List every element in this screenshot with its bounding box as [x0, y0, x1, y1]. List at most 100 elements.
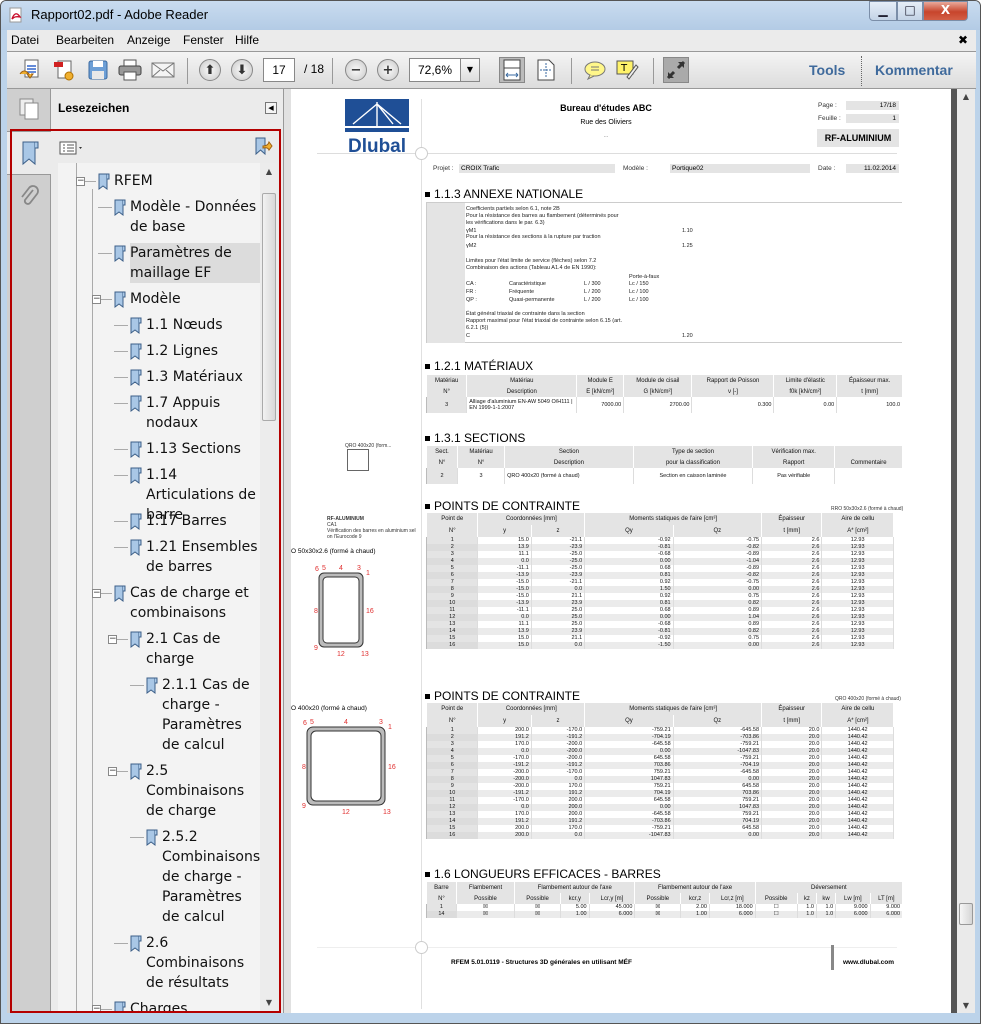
bookmark-item[interactable]: 1.17 Barres — [146, 511, 260, 531]
pages-tab[interactable] — [7, 89, 51, 129]
stress-point-label: 12 — [337, 651, 345, 658]
table-cell: -1.04 — [672, 558, 762, 565]
bookmark-item[interactable]: 1.21 Ensembles de barres — [146, 537, 260, 577]
scroll-down-icon[interactable]: ▼ — [957, 1001, 975, 1010]
bookmark-icon — [114, 245, 126, 262]
scroll-down-icon[interactable]: ▼ — [260, 998, 278, 1007]
zoom-level-input[interactable]: 72,6% — [409, 58, 461, 82]
filler-cell — [892, 818, 902, 825]
table-cell: 5 — [425, 755, 478, 762]
zoom-in-button[interactable]: + — [375, 57, 401, 83]
bookmark-item[interactable]: 2.1 Cas de charge — [146, 629, 260, 669]
bookmark-item[interactable]: Cas de charge et combinaisons — [130, 583, 260, 623]
column-header: N° — [426, 893, 457, 904]
table-cell: 0.92 — [584, 579, 674, 586]
zoom-dropdown-button[interactable]: ▼ — [460, 58, 480, 82]
close-document-icon[interactable]: ✖ — [958, 33, 968, 47]
bookmark-item[interactable]: Charges — [130, 999, 260, 1011]
bookmarks-tab[interactable] — [7, 131, 52, 175]
column-header: Rapport de Poisson — [691, 375, 774, 386]
table-cell: -645.58 — [584, 741, 674, 748]
bookmark-item[interactable]: 1.2 Lignes — [146, 341, 260, 361]
collapse-toggle[interactable]: − — [92, 295, 101, 304]
bookmark-item[interactable]: 1.7 Appuis nodaux — [146, 393, 260, 433]
scroll-up-icon[interactable]: ▲ — [260, 167, 278, 176]
project-label: Projet : — [433, 165, 454, 172]
collapse-panel-button[interactable]: ◀ — [265, 102, 277, 114]
expand-bookmark-button[interactable] — [254, 136, 274, 156]
zoom-out-button[interactable]: − — [343, 57, 369, 83]
column-header: A* [cm²] — [821, 525, 894, 537]
highlight-text-button[interactable]: T — [615, 57, 641, 83]
table-cell: 18.000 — [708, 904, 756, 911]
table-cell: -23.9 — [530, 572, 585, 579]
annex-combo-code: CA : — [466, 281, 477, 287]
page-number-input[interactable]: 17 — [263, 58, 295, 82]
previous-page-button[interactable]: ⬆ — [197, 57, 223, 83]
save-button[interactable] — [85, 57, 111, 83]
bookmark-item[interactable]: 1.1 Nœuds — [146, 315, 260, 335]
pane-splitter[interactable] — [283, 89, 291, 1013]
bookmark-item[interactable]: 2.5.2 Combinaisons de charge - Paramètre… — [162, 827, 260, 927]
bookmark-item[interactable]: RFEM — [114, 171, 254, 191]
table-cell: 4 — [425, 748, 478, 755]
tree-connector — [114, 943, 128, 944]
bookmark-item[interactable]: 2.5 Combinaisons de charge — [146, 761, 260, 821]
bookmark-item[interactable]: 1.13 Sections — [146, 439, 260, 459]
bookmark-icon — [130, 369, 142, 386]
menu-hilfe[interactable]: Hilfe — [235, 33, 259, 47]
print-button[interactable] — [117, 57, 143, 83]
fit-page-button[interactable] — [533, 57, 559, 83]
menu-fenster[interactable]: Fenster — [183, 33, 224, 47]
sticky-note-button[interactable] — [582, 57, 608, 83]
fit-width-button[interactable] — [499, 57, 525, 83]
table-cell: 0.82 — [672, 628, 762, 635]
table-cell: 11.1 — [477, 551, 532, 558]
table-row: 12 0.0 200.0 0.00 1047.83 20.0 1440.42 — [425, 804, 902, 811]
table-cell: 12.93 — [821, 586, 894, 593]
fullscreen-button[interactable] — [663, 57, 689, 83]
collapse-toggle[interactable]: − — [76, 177, 85, 186]
table-cell: 12.93 — [821, 558, 894, 565]
tools-pane-button[interactable]: Tools — [809, 62, 845, 78]
create-pdf-settings-button[interactable] — [51, 57, 77, 83]
next-page-button[interactable]: ⬇ — [229, 57, 255, 83]
comment-pane-button[interactable]: Kommentar — [875, 62, 953, 78]
scroll-up-icon[interactable]: ▲ — [957, 92, 975, 101]
bookmark-scrollbar[interactable]: ▲ ▼ — [260, 163, 277, 1011]
bookmark-item[interactable]: 1.3 Matériaux — [146, 367, 260, 387]
bookmark-item[interactable]: Paramètres de maillage EF — [130, 243, 260, 283]
scroll-thumb[interactable] — [959, 903, 973, 925]
footer-url[interactable]: www.dlubal.com — [843, 959, 894, 966]
menu-bearbeiten[interactable]: Bearbeiten — [56, 33, 114, 47]
menu-anzeige[interactable]: Anzeige — [127, 33, 170, 47]
minimize-button[interactable]: ▁ — [869, 1, 897, 21]
collapse-toggle[interactable]: − — [108, 635, 117, 644]
attachments-tab[interactable] — [7, 177, 51, 217]
column-header: Description — [466, 386, 577, 397]
stress-point-label: 16 — [388, 764, 396, 771]
maximize-button[interactable]: □ — [897, 1, 923, 21]
close-window-button[interactable]: X — [923, 1, 968, 21]
create-pdf-button[interactable] — [17, 57, 43, 83]
bookmark-item[interactable]: Modèle - Données de base — [130, 197, 260, 237]
bookmark-options-button[interactable] — [59, 140, 85, 155]
document-scrollbar[interactable]: ▲ ▼ — [957, 89, 975, 1013]
bookmark-item[interactable]: Modèle — [130, 289, 260, 309]
table-cell: -645.58 — [672, 769, 762, 776]
collapse-toggle[interactable]: − — [108, 767, 117, 776]
bookmark-item[interactable]: 2.1.1 Cas de charge - Paramètres de calc… — [162, 675, 260, 755]
bookmark-goto-icon — [255, 137, 273, 156]
scroll-thumb[interactable] — [262, 193, 276, 421]
bookmark-item[interactable]: 2.6 Combinaisons de résultats — [146, 933, 260, 993]
collapse-toggle[interactable]: − — [92, 589, 101, 598]
menu-datei[interactable]: Datei — [11, 33, 39, 47]
table-cell: -191.2 — [477, 790, 532, 797]
column-header: Qz — [672, 715, 762, 727]
table-cell: -645.58 — [672, 727, 762, 734]
table-cell: -25.0 — [530, 558, 585, 565]
tree-connector — [114, 475, 128, 476]
table-cell: -1047.83 — [672, 748, 762, 755]
collapse-toggle[interactable]: − — [92, 1005, 101, 1011]
email-button[interactable] — [150, 57, 176, 83]
